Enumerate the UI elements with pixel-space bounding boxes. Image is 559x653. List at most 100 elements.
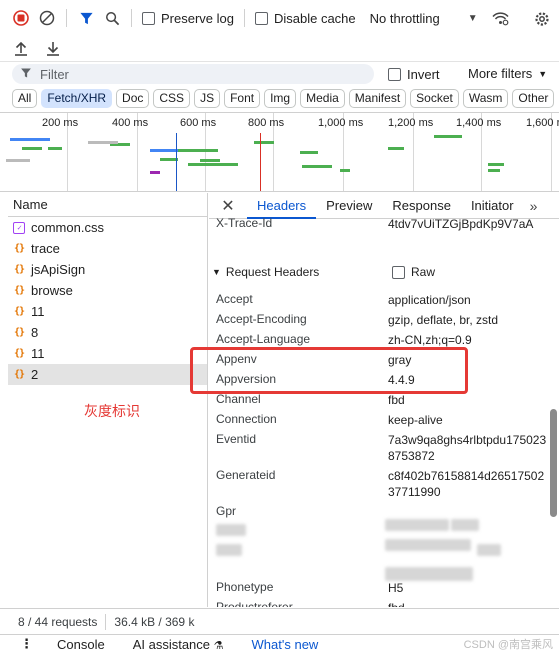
header-value[interactable]: fbd: [388, 600, 548, 607]
settings-gear-icon[interactable]: [533, 10, 551, 28]
tab-initiator[interactable]: Initiator: [461, 193, 524, 219]
type-filter-socket[interactable]: Socket: [410, 89, 459, 108]
request-row[interactable]: {} 2: [8, 364, 207, 385]
overview-request-bar: [254, 141, 274, 144]
import-export-toolbar: [0, 36, 559, 62]
filter-row: Filter Invert More filters ▼: [0, 62, 559, 86]
overview-request-bar: [150, 171, 160, 174]
type-filter-media[interactable]: Media: [300, 89, 345, 108]
invert-checkbox[interactable]: [388, 68, 401, 81]
overview-event-marker: [176, 133, 177, 191]
network-overview-timeline[interactable]: 200 ms 400 ms 600 ms 800 ms 1,000 ms 1,200 ms…: [0, 112, 559, 192]
type-filter-fetch-xhr[interactable]: Fetch/XHR: [41, 89, 113, 108]
record-stop-icon[interactable]: [12, 9, 30, 27]
header-value[interactable]: H5: [388, 580, 548, 596]
redacted-block: [216, 544, 242, 556]
request-row[interactable]: {} 11: [8, 301, 207, 322]
drawer-menu-icon[interactable]: ⋮: [0, 636, 43, 652]
type-filter-manifest[interactable]: Manifest: [348, 89, 407, 108]
section-title: Request Headers: [225, 265, 320, 279]
type-filter-img[interactable]: Img: [264, 89, 297, 108]
clear-icon[interactable]: [38, 9, 56, 27]
request-name: jsApiSign: [31, 262, 86, 277]
network-toolbar: Preserve log Disable cache No throttling…: [0, 0, 559, 36]
header-key: Accept-Language: [216, 332, 311, 346]
toolbar-divider: [66, 9, 67, 27]
close-icon[interactable]: ✕: [209, 196, 247, 216]
tab-response[interactable]: Response: [382, 193, 461, 219]
request-row[interactable]: {} browse: [8, 280, 207, 301]
tab-console[interactable]: Console: [43, 637, 119, 652]
more-tabs-icon[interactable]: »: [530, 198, 538, 214]
preserve-log-checkbox[interactable]: [142, 11, 155, 25]
header-value[interactable]: 7a3w9qa8ghs4rlbtpdu1750238753872: [388, 432, 548, 464]
request-headers-section[interactable]: ▼ Request Headers Raw: [212, 265, 552, 279]
overview-tick-label: 400 ms: [112, 117, 149, 129]
overview-event-marker: [260, 133, 261, 191]
filter-input[interactable]: Filter: [12, 64, 374, 84]
throttling-select[interactable]: No throttling: [370, 11, 440, 26]
chevron-down-icon[interactable]: ▼: [468, 13, 478, 24]
disable-cache-checkbox[interactable]: [254, 11, 268, 25]
status-bar: 8 / 44 requests 36.4 kB / 369 k: [0, 608, 559, 634]
xhr-icon: {}: [13, 243, 25, 254]
redacted-block: [451, 519, 479, 531]
raw-toggle[interactable]: Raw: [392, 265, 435, 279]
search-icon[interactable]: [103, 9, 121, 27]
filter-funnel-icon[interactable]: [77, 9, 95, 27]
overview-tick-label: 200 ms: [42, 117, 79, 129]
overview-request-bar: [488, 163, 504, 166]
request-row[interactable]: {} 8: [8, 322, 207, 343]
header-key: Phonetype: [216, 580, 274, 594]
request-row[interactable]: ✓ common.css: [8, 217, 207, 238]
overview-request-bar: [10, 138, 50, 141]
xhr-icon: {}: [13, 285, 25, 296]
toolbar-divider: [131, 9, 132, 27]
request-row[interactable]: {} jsApiSign: [8, 259, 207, 280]
more-filters-dropdown[interactable]: More filters ▼: [468, 66, 547, 81]
tab-ai-assistance[interactable]: AI assistance ⚗: [119, 637, 238, 652]
tab-preview[interactable]: Preview: [316, 193, 382, 219]
overview-tick-label: 1,400 ms: [456, 117, 502, 129]
network-conditions-icon[interactable]: [492, 9, 510, 27]
tab-headers[interactable]: Headers: [247, 193, 317, 219]
type-filter-css[interactable]: CSS: [153, 89, 191, 108]
transferred-size: 36.4 kB / 369 k: [114, 614, 195, 629]
annotation-highlight-box: [190, 347, 468, 394]
status-divider: [105, 613, 107, 630]
header-value[interactable]: c8f402b76158814d2651750237711990: [388, 468, 548, 500]
header-value[interactable]: application/json: [388, 292, 548, 308]
redacted-block: [216, 524, 246, 536]
chevron-down-icon: ▼: [538, 68, 548, 79]
request-detail-panel: ✕ Headers Preview Response Initiator » X-Tr…: [209, 193, 559, 607]
disable-cache-label: Disable cache: [273, 10, 356, 26]
type-filter-js[interactable]: JS: [194, 89, 221, 108]
overview-request-bar: [22, 147, 42, 150]
type-filter-doc[interactable]: Doc: [116, 89, 150, 108]
tab-whats-new[interactable]: What's new: [238, 637, 333, 652]
request-row[interactable]: {} trace: [8, 238, 207, 259]
type-filter-all[interactable]: All: [12, 89, 38, 108]
overview-request-bar: [302, 165, 332, 168]
raw-checkbox[interactable]: [392, 265, 405, 279]
header-value[interactable]: 4tdv7vUiTZGjBpdKp9V7aA: [388, 216, 548, 232]
request-count: 8 / 44 requests: [18, 614, 98, 629]
header-value[interactable]: gzip, deflate, br, zstd: [388, 312, 548, 328]
header-value[interactable]: keep-alive: [388, 412, 548, 428]
detail-scrollbar[interactable]: [550, 409, 557, 517]
header-value[interactable]: zh-CN,zh;q=0.9: [388, 332, 548, 348]
overview-request-bar: [488, 169, 500, 172]
request-row[interactable]: {} 11: [8, 343, 207, 364]
type-filter-other[interactable]: Other: [512, 89, 555, 108]
export-har-icon[interactable]: [46, 41, 60, 56]
redacted-block: [385, 539, 471, 551]
name-column-header[interactable]: Name: [8, 193, 207, 217]
import-har-icon[interactable]: [14, 41, 28, 56]
overview-tick-label: 1,600 r: [526, 117, 559, 129]
more-filters-label: More filters: [468, 66, 533, 81]
type-filter-font[interactable]: Font: [224, 89, 261, 108]
overview-request-bar: [48, 147, 62, 150]
header-value[interactable]: fbd: [388, 392, 548, 408]
type-filter-wasm[interactable]: Wasm: [462, 89, 509, 108]
invert-toggle[interactable]: Invert: [388, 67, 440, 82]
